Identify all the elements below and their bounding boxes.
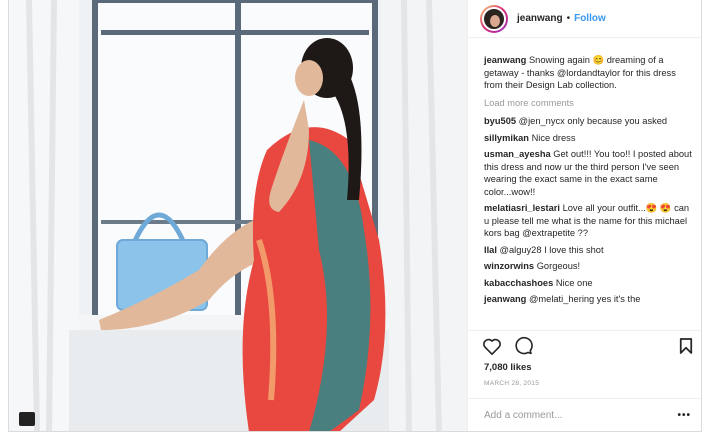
camera-icon[interactable] (19, 412, 35, 426)
comment-text: @jen_nycx only because you asked (518, 116, 668, 126)
post-header: jeanwang • Follow (468, 0, 701, 38)
comments-list[interactable]: jeanwang Snowing again 😊 dreaming of a g… (468, 38, 701, 326)
photo-illustration (9, 0, 467, 431)
comment-username[interactable]: kabacchashoes (484, 278, 553, 288)
header-separator: • (566, 13, 571, 24)
comment-text: @melati_hering yes it's the (528, 294, 641, 304)
comment-text: @alguy28 I love this shot (499, 244, 604, 255)
load-more-comments-button[interactable]: Load more comments (484, 97, 695, 110)
post-sidebar: jeanwang • Follow jeanwang Snowing again… (467, 0, 701, 431)
comment-text: Gorgeous! (536, 261, 581, 271)
comment-username[interactable]: winzorwins (484, 261, 534, 271)
comment-item: winzorwins Gorgeous! (484, 260, 695, 273)
comment-username[interactable]: melatiasri_lestari (484, 203, 560, 213)
comment-item: kabacchashoes Nice one (484, 277, 695, 290)
comment-text: Nice dress (531, 132, 576, 143)
bookmark-icon[interactable] (679, 337, 693, 355)
comment-item: melatiasri_lestari Love all your outfit.… (484, 202, 695, 240)
heart-icon[interactable] (482, 337, 502, 355)
comment-icon[interactable] (514, 336, 533, 355)
likes-count[interactable]: 7,080 likes (484, 362, 532, 373)
caption: jeanwang Snowing again 😊 dreaming of a g… (484, 54, 695, 92)
comment-username[interactable]: usman_ayesha (484, 149, 551, 159)
comment-username[interactable]: byu505 (484, 116, 516, 126)
follow-button[interactable]: Follow (574, 13, 606, 24)
comment-item: sillymikan Nice dress (484, 132, 695, 145)
post-photo[interactable] (9, 0, 467, 431)
comment-username[interactable]: jeanwang (484, 294, 526, 304)
comment-text: Nice one (555, 277, 593, 288)
comment-item: llal @alguy28 I love this shot (484, 244, 695, 257)
add-comment-input[interactable]: Add a comment... (484, 410, 562, 421)
comment-item: byu505 @jen_nycx only because you asked (484, 115, 695, 128)
avatar[interactable] (480, 4, 508, 33)
comment-item: usman_ayesha Get out!!! You too!! I post… (484, 148, 695, 198)
more-options-icon[interactable]: ••• (677, 410, 691, 421)
post-frame: jeanwang • Follow jeanwang Snowing again… (8, 0, 702, 432)
comment-username[interactable]: sillymikan (484, 133, 529, 143)
action-bar (468, 330, 701, 360)
comment-username[interactable]: llal (484, 245, 497, 255)
comment-item: jeanwang @melati_hering yes it's the (484, 293, 695, 306)
post-date: MARCH 28, 2015 (484, 380, 540, 387)
header-username[interactable]: jeanwang (517, 13, 563, 24)
caption-username[interactable]: jeanwang (484, 55, 526, 65)
add-comment-bar: Add a comment... ••• (468, 398, 701, 431)
